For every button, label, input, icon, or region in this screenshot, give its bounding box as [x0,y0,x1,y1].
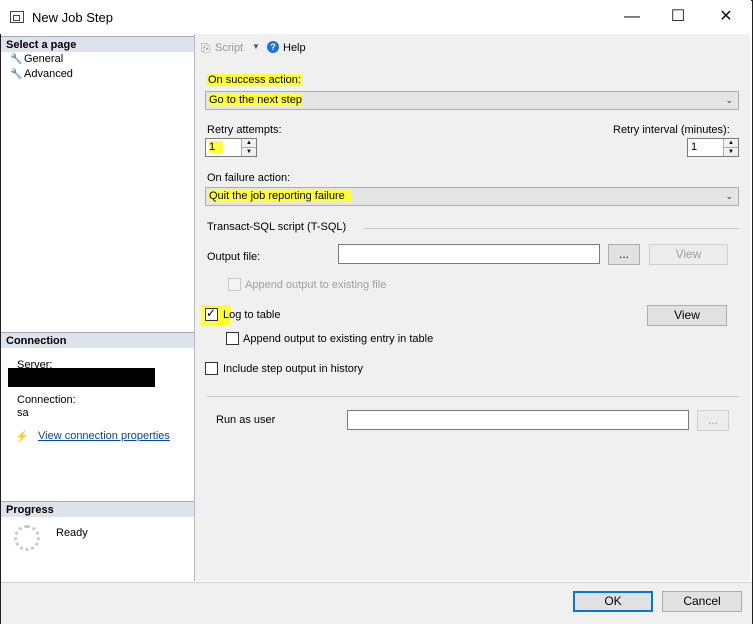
script-icon: ⎘ [201,41,211,55]
spin-up-icon[interactable]: ▲ [724,139,738,148]
log-table-view-button[interactable]: View [647,305,727,326]
script-dropdown-icon[interactable]: ▼ [252,42,260,51]
append-entry-checkbox[interactable] [226,332,239,345]
help-button[interactable]: Help [283,42,306,54]
sidebar-item-label: Advanced [24,68,73,80]
output-file-input[interactable] [338,244,600,264]
log-to-table-checkbox[interactable] [205,306,218,321]
select-page-header: Select a page [1,36,194,52]
append-output-checkbox[interactable] [228,278,241,291]
append-entry-label: Append output to existing entry in table [243,333,434,345]
connection-label: Connection: [17,394,76,406]
spin-up-icon[interactable]: ▲ [242,139,256,148]
minimize-button[interactable]: — [609,0,655,34]
window-title: New Job Step [32,10,113,25]
connection-properties-icon: ⚡ [15,431,29,443]
script-button[interactable]: Script [215,42,243,54]
retry-attempts-value: 1 [209,141,224,153]
cancel-button[interactable]: Cancel [662,591,742,612]
include-history-checkbox[interactable] [205,362,218,375]
progress-spinner-icon [14,525,40,551]
redacted-server-name [8,368,155,387]
retry-attempts-label: Retry attempts: [207,124,282,136]
wrench-icon: 🔧 [10,54,23,65]
output-file-view-button[interactable]: View [649,244,728,265]
tsql-group-label: Transact-SQL script (T-SQL) [207,221,347,233]
chevron-down-icon: ⌄ [725,191,733,201]
on-failure-label: On failure action: [207,172,291,184]
group-divider [364,228,739,229]
append-output-label: Append output to existing file [245,279,387,291]
wrench-icon: 🔧 [10,69,23,80]
sidebar-item-label: General [24,53,64,65]
include-history-label: Include step output in history [223,363,364,375]
maximize-button[interactable]: ☐ [655,0,701,34]
log-to-table-label: Log to table [223,309,281,321]
left-pane: Select a page 🔧 General 🔧 Advanced Connect… [1,34,195,581]
run-as-label: Run as user [216,414,276,426]
on-success-select[interactable]: Go to the next step ⌄ [205,91,739,110]
help-icon[interactable]: ? [267,41,279,53]
sidebar-item-advanced[interactable]: 🔧 Advanced [10,68,73,80]
output-file-label: Output file: [207,251,261,263]
retry-interval-label: Retry interval (minutes): [613,124,730,136]
title-bar: New Job Step — ☐ ✕ [0,0,751,34]
chevron-down-icon: ⌄ [725,95,733,105]
retry-interval-value: 1 [691,141,698,153]
sidebar-item-general[interactable]: 🔧 General [10,53,63,65]
run-as-input[interactable] [347,410,689,430]
on-failure-value: Quit the job reporting failure [209,190,351,202]
run-as-browse-button[interactable]: ... [697,410,729,431]
retry-attempts-stepper[interactable]: 1 ▲ ▼ [205,138,257,157]
spin-down-icon[interactable]: ▼ [242,148,256,156]
connection-value: sa [17,407,29,419]
on-failure-select[interactable]: Quit the job reporting failure ⌄ [205,187,739,206]
output-file-browse-button[interactable]: ... [608,244,640,265]
connection-header: Connection [1,332,194,348]
window-app-icon [10,11,24,23]
view-connection-properties-link[interactable]: View connection properties [38,430,170,442]
progress-header: Progress [1,501,194,517]
on-success-value: Go to the next step [209,94,302,106]
spin-down-icon[interactable]: ▼ [724,148,738,156]
progress-status: Ready [56,527,88,539]
on-success-label: On success action: [207,74,302,86]
retry-interval-stepper[interactable]: 1 ▲ ▼ [687,138,739,157]
run-as-divider [207,396,739,397]
ok-button[interactable]: OK [573,591,653,612]
close-button[interactable]: ✕ [703,0,749,34]
